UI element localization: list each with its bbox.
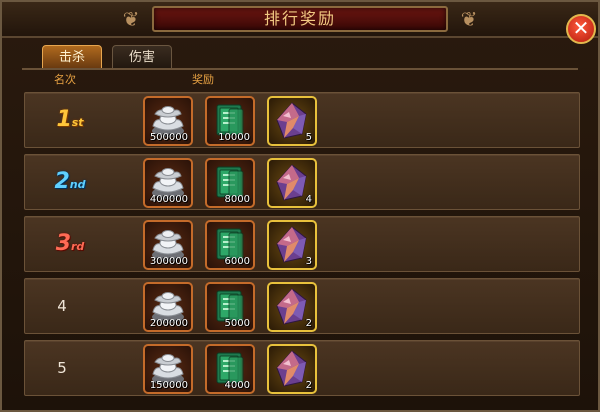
- reward-slot-book[interactable]: 10000: [205, 96, 255, 146]
- rank-number: 5: [57, 359, 67, 377]
- reward-quantity: 5000: [224, 318, 250, 329]
- ranking-row: 5 150000 4000 2: [24, 340, 580, 396]
- rank-suffix: st: [71, 116, 84, 129]
- reward-quantity: 3: [305, 256, 312, 267]
- rank-suffix: nd: [69, 178, 86, 191]
- reward-slot-gem[interactable]: 2: [267, 282, 317, 332]
- reward-quantity: 150000: [149, 380, 188, 391]
- reward-slot-gem[interactable]: 5: [267, 96, 317, 146]
- title-bar: ❦ 排行奖励 ❦: [2, 2, 598, 38]
- ornament-right-icon: ❦: [460, 7, 478, 31]
- close-button[interactable]: ✕: [566, 14, 596, 44]
- rank-number: 4: [57, 297, 67, 315]
- column-header-reward: 奖励: [192, 73, 214, 86]
- rank-label: 4: [27, 279, 97, 333]
- ranking-row: 4 200000 5000 2: [24, 278, 580, 334]
- rank-label: 5: [27, 341, 97, 395]
- reward-slot-silver[interactable]: 300000: [143, 220, 193, 270]
- reward-quantity: 500000: [149, 132, 188, 143]
- ranking-row: 3rd 300000 6000 3: [24, 216, 580, 272]
- ornament-left-icon: ❦: [122, 7, 140, 31]
- reward-slot-silver[interactable]: 500000: [143, 96, 193, 146]
- reward-quantity: 2: [305, 318, 312, 329]
- reward-slot-silver[interactable]: 400000: [143, 158, 193, 208]
- reward-quantity: 5: [305, 132, 312, 143]
- rank-suffix: rd: [71, 240, 85, 253]
- reward-slot-book[interactable]: 6000: [205, 220, 255, 270]
- reward-quantity: 4: [305, 194, 312, 205]
- reward-slot-book[interactable]: 4000: [205, 344, 255, 394]
- reward-slot-book[interactable]: 5000: [205, 282, 255, 332]
- reward-quantity: 8000: [224, 194, 250, 205]
- rank-label: 2nd: [35, 155, 105, 209]
- rank-number: 1: [56, 107, 72, 132]
- tab-kills[interactable]: 击杀: [42, 45, 102, 69]
- column-header-rank: 名次: [54, 73, 76, 86]
- window-title: 排行奖励: [263, 9, 336, 28]
- reward-quantity: 2: [305, 380, 312, 391]
- rank-number: 2: [54, 169, 70, 194]
- tab-damage[interactable]: 伤害: [112, 45, 172, 69]
- reward-slot-gem[interactable]: 3: [267, 220, 317, 270]
- reward-slot-gem[interactable]: 4: [267, 158, 317, 208]
- reward-quantity: 200000: [149, 318, 188, 329]
- ranking-row: 2nd 400000 8000 4: [24, 154, 580, 210]
- reward-slot-silver[interactable]: 200000: [143, 282, 193, 332]
- rank-number: 3: [55, 231, 71, 256]
- rank-label: 1st: [35, 93, 105, 147]
- reward-quantity: 300000: [149, 256, 188, 267]
- reward-window: ❦ 排行奖励 ❦ ✕ 击杀 伤害 名次 奖励 1st 500000 10000 5 2n…: [0, 0, 600, 412]
- tab-divider: [22, 68, 578, 70]
- reward-quantity: 10000: [218, 132, 250, 143]
- reward-quantity: 400000: [149, 194, 188, 205]
- ranking-row: 1st 500000 10000 5: [24, 92, 580, 148]
- reward-list: 1st 500000 10000 5 2nd 400000 8000 4 3rd 300000 60…: [24, 92, 580, 402]
- reward-slot-gem[interactable]: 2: [267, 344, 317, 394]
- rank-label: 3rd: [35, 217, 105, 271]
- reward-quantity: 6000: [224, 256, 250, 267]
- reward-quantity: 4000: [224, 380, 250, 391]
- reward-slot-book[interactable]: 8000: [205, 158, 255, 208]
- reward-slot-silver[interactable]: 150000: [143, 344, 193, 394]
